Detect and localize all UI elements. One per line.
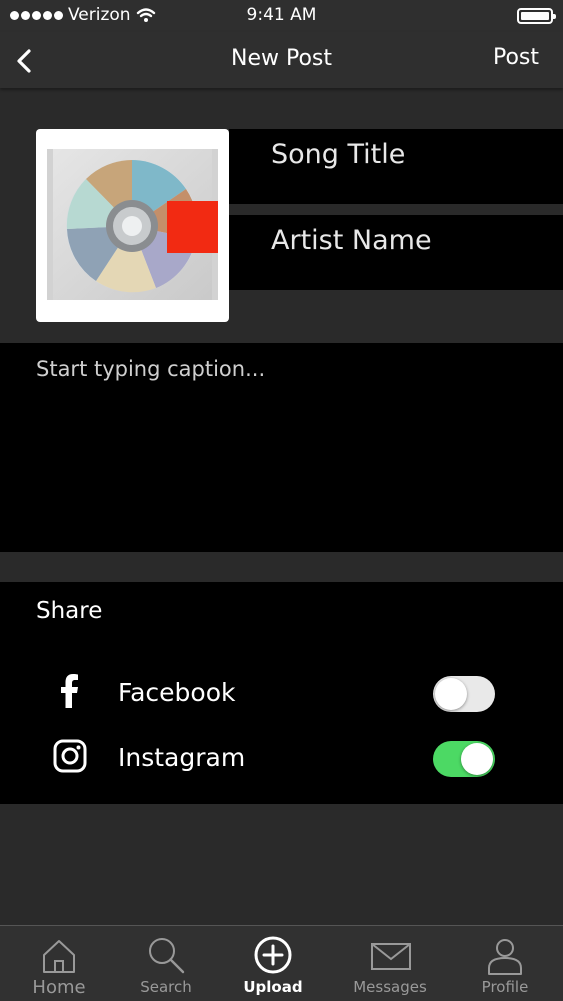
share-label-instagram: Instagram	[118, 743, 246, 772]
share-section: Share Facebook Instagram	[0, 582, 563, 804]
album-art[interactable]	[36, 129, 229, 322]
post-button[interactable]: Post	[493, 45, 539, 70]
share-label-facebook: Facebook	[118, 678, 236, 707]
tab-search[interactable]: Search	[110, 926, 222, 1001]
tab-bar: Home Search Upload Messages Profile	[0, 925, 563, 1001]
nav-bar: New Post Post	[0, 32, 563, 88]
facebook-toggle[interactable]	[433, 676, 495, 712]
tab-profile[interactable]: Profile	[449, 926, 561, 1001]
artist-name-field[interactable]: Artist Name	[229, 215, 563, 290]
share-heading: Share	[36, 598, 103, 624]
status-time: 9:41 AM	[246, 5, 317, 25]
home-icon	[43, 940, 75, 973]
song-title-field[interactable]: Song Title	[229, 129, 563, 204]
status-bar: Verizon 9:41 AM	[0, 0, 563, 32]
profile-icon	[488, 939, 522, 975]
tab-messages[interactable]: Messages	[334, 926, 446, 1001]
artist-name-placeholder: Artist Name	[271, 225, 432, 256]
battery-icon	[517, 8, 556, 24]
tab-label-messages: Messages	[353, 978, 427, 996]
tab-label-home: Home	[32, 977, 86, 998]
tab-home[interactable]: Home	[3, 926, 115, 1001]
facebook-icon	[61, 674, 78, 708]
tab-upload[interactable]: Upload	[217, 926, 329, 1001]
instagram-icon	[53, 739, 87, 773]
song-title-placeholder: Song Title	[271, 139, 406, 170]
tab-label-search: Search	[140, 978, 192, 996]
tab-label-upload: Upload	[243, 978, 303, 996]
instagram-toggle[interactable]	[433, 741, 495, 777]
search-icon	[149, 938, 185, 974]
caption-placeholder: Start typing caption...	[36, 357, 266, 381]
page-title: New Post	[230, 46, 332, 71]
share-row-instagram: Instagram	[0, 733, 563, 783]
album-cover-image	[47, 149, 218, 300]
upload-plus-icon	[254, 936, 292, 974]
tab-label-profile: Profile	[481, 978, 529, 996]
caption-input[interactable]: Start typing caption...	[0, 343, 563, 552]
envelope-icon	[371, 943, 411, 970]
share-row-facebook: Facebook	[0, 668, 563, 718]
